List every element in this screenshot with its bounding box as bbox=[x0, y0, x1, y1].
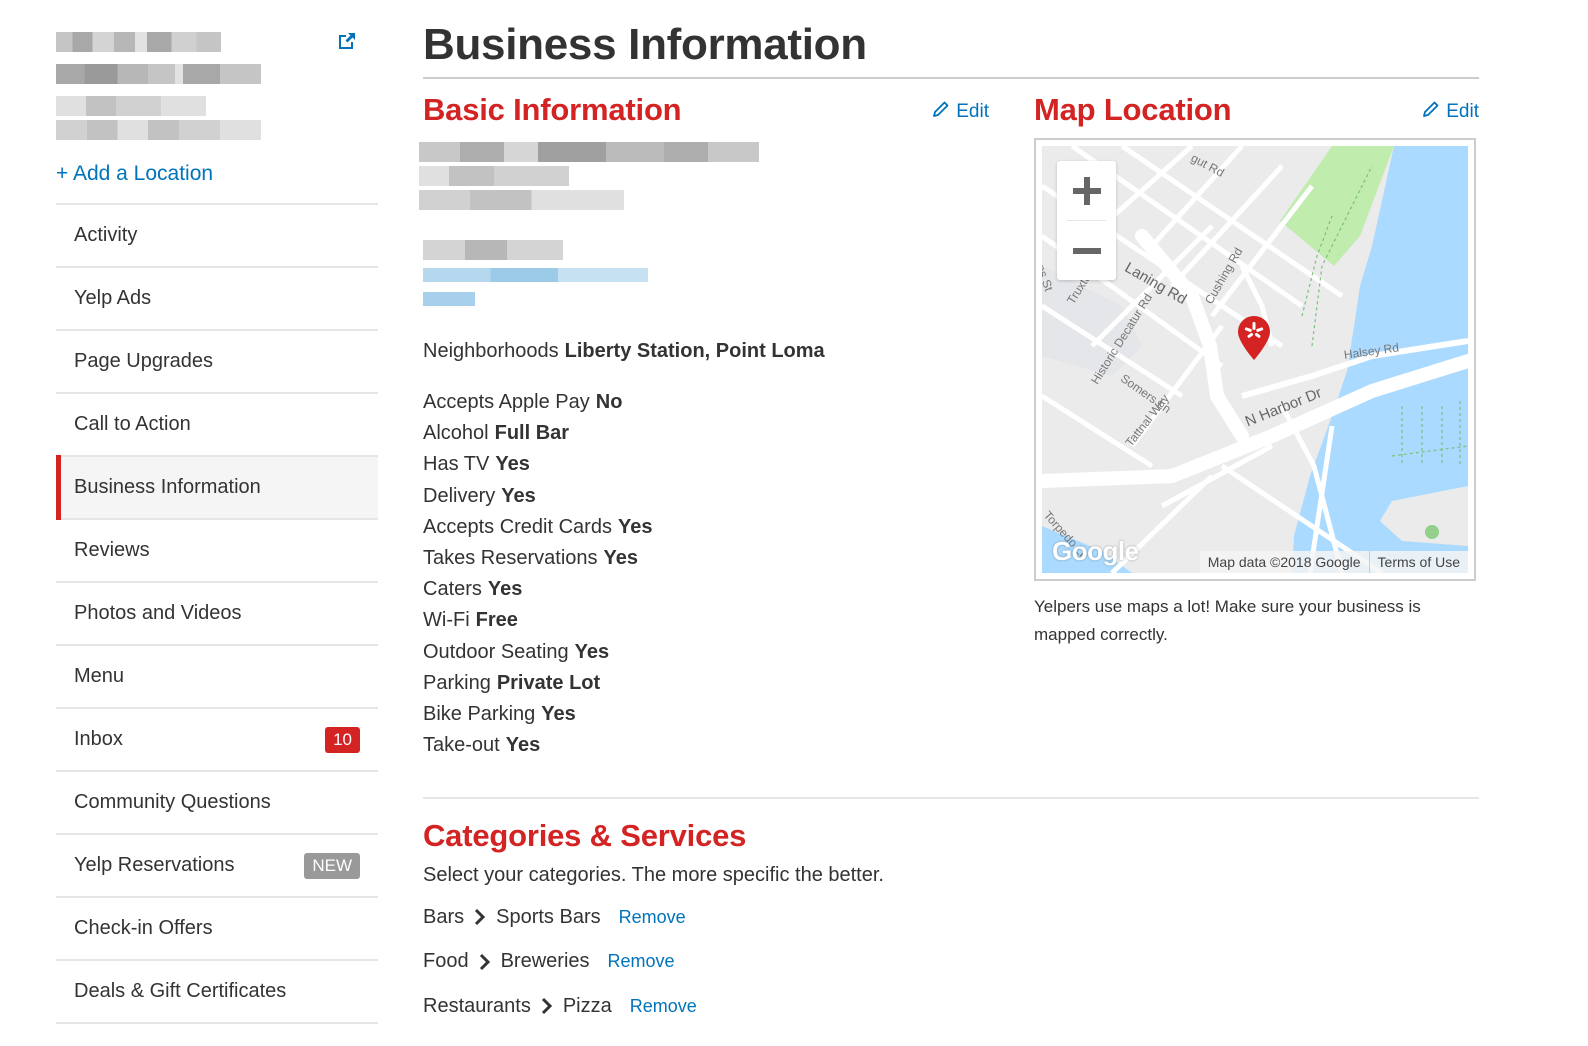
chevron-right-icon bbox=[474, 908, 486, 926]
section-divider bbox=[423, 797, 1479, 799]
business-contact-redacted bbox=[423, 234, 989, 314]
sidebar-item-label: Deals & Gift Certificates bbox=[74, 980, 287, 1002]
chevron-right-icon bbox=[541, 997, 553, 1015]
map-data-credit: Map data ©2018 Google bbox=[1199, 551, 1369, 573]
attribute-row: Wi-Fi Free bbox=[423, 609, 518, 632]
sidebar-item-check-in-offers[interactable]: Check-in Offers bbox=[56, 898, 378, 961]
sidebar-item-yelp-reservations[interactable]: Yelp Reservations NEW bbox=[56, 835, 378, 898]
sidebar-item-label: Community Questions bbox=[74, 791, 271, 813]
neighborhoods-row: Neighborhoods Liberty Station, Point Loma bbox=[423, 340, 989, 363]
map-attribution: Map data ©2018 Google Terms of Use bbox=[1199, 551, 1468, 573]
terms-of-use-link[interactable]: Terms of Use bbox=[1368, 551, 1468, 573]
basic-info-edit-button[interactable]: Edit bbox=[932, 100, 989, 124]
categories-section: Categories & Services Select your catego… bbox=[423, 818, 1479, 1029]
sidebar-item-label: Check-in Offers bbox=[74, 917, 213, 939]
link-redacted bbox=[423, 292, 475, 306]
sidebar-item-call-to-action[interactable]: Call to Action bbox=[56, 394, 378, 457]
sidebar-item-label: Photos and Videos bbox=[74, 602, 242, 624]
attribute-row: Parking Private Lot bbox=[423, 671, 601, 694]
business-address-redacted bbox=[419, 136, 989, 216]
sidebar-item-label: Activity bbox=[74, 224, 138, 246]
map-zoom-control bbox=[1057, 161, 1116, 280]
zoom-out-button[interactable] bbox=[1057, 221, 1116, 280]
attribute-row: Caters Yes bbox=[423, 578, 523, 601]
edit-label: Edit bbox=[1446, 101, 1479, 122]
sidebar-item-label: Call to Action bbox=[74, 413, 191, 435]
sidebar-item-reviews[interactable]: Reviews bbox=[56, 520, 378, 583]
neighborhoods-label: Neighborhoods bbox=[423, 340, 559, 362]
category-row: Bars Sports Bars Remove bbox=[423, 895, 1479, 940]
sidebar-item-inbox[interactable]: Inbox 10 bbox=[56, 709, 378, 772]
map-location-heading: Map Location bbox=[1034, 92, 1232, 127]
inbox-unread-badge: 10 bbox=[325, 726, 360, 753]
sidebar-item-photos-and-videos[interactable]: Photos and Videos bbox=[56, 583, 378, 646]
sidebar-item-label: Inbox bbox=[74, 728, 123, 750]
basic-information-heading: Basic Information bbox=[423, 92, 682, 127]
sidebar-item-deals-gift-certificates[interactable]: Deals & Gift Certificates bbox=[56, 961, 378, 1024]
map-note: Yelpers use maps a lot! Make sure your b… bbox=[1034, 597, 1421, 644]
page-title: Business Information bbox=[423, 20, 867, 69]
attribute-row: Alcohol Full Bar bbox=[423, 422, 570, 445]
attribute-row: Accepts Apple Pay No bbox=[423, 391, 623, 413]
sidebar-item-community-questions[interactable]: Community Questions bbox=[56, 772, 378, 835]
zoom-in-button[interactable] bbox=[1057, 161, 1116, 220]
category-child: Sports Bars bbox=[496, 905, 601, 928]
attribute-row: Bike Parking Yes bbox=[423, 702, 576, 725]
category-child: Pizza bbox=[562, 994, 612, 1017]
sidebar-item-label: Page Upgrades bbox=[74, 350, 213, 372]
title-divider bbox=[423, 77, 1479, 79]
attribute-row: Outdoor Seating Yes bbox=[423, 640, 610, 663]
business-name-address-redacted bbox=[56, 28, 378, 144]
map-location-section: Map Location Edit gut Rd Laning Rd Cushi… bbox=[1034, 92, 1479, 649]
categories-description: Select your categories. The more specifi… bbox=[423, 864, 884, 886]
attribute-row: Take-out Yes bbox=[423, 734, 541, 757]
basic-information-section: Basic Information Edit Neighborhoods Libe… bbox=[419, 92, 989, 761]
category-child: Breweries bbox=[500, 950, 590, 973]
sidebar-item-label: Menu bbox=[74, 665, 125, 687]
pencil-icon bbox=[932, 100, 950, 124]
sidebar-item-page-upgrades[interactable]: Page Upgrades bbox=[56, 331, 378, 394]
map-canvas[interactable]: gut Rd Laning Rd Cushing Rd Historic Dec… bbox=[1042, 146, 1468, 573]
website-link-redacted bbox=[423, 268, 648, 282]
attribute-row: Delivery Yes bbox=[423, 484, 536, 507]
category-parent: Bars bbox=[423, 905, 465, 928]
plus-icon bbox=[1072, 176, 1101, 205]
sidebar-item-label: Reviews bbox=[74, 539, 150, 561]
sidebar-item-business-information[interactable]: Business Information bbox=[56, 455, 378, 520]
sidebar-item-yelp-ads[interactable]: Yelp Ads bbox=[56, 268, 378, 331]
map-edit-button[interactable]: Edit bbox=[1422, 100, 1479, 124]
yelp-map-pin-icon[interactable] bbox=[1238, 316, 1270, 365]
edit-label: Edit bbox=[956, 101, 989, 122]
add-location-link[interactable]: + Add a Location bbox=[56, 162, 378, 186]
category-parent: Food bbox=[423, 950, 469, 973]
chevron-right-icon bbox=[479, 953, 491, 971]
sidebar-item-label: Yelp Reservations bbox=[74, 854, 235, 876]
category-parent: Restaurants bbox=[423, 994, 531, 1017]
neighborhoods-value: Liberty Station, Point Loma bbox=[564, 340, 825, 362]
google-logo: Google bbox=[1052, 536, 1139, 566]
attributes-list: Accepts Apple Pay No Alcohol Full Bar Has … bbox=[423, 387, 989, 761]
remove-category-button[interactable]: Remove bbox=[630, 996, 697, 1017]
pencil-icon bbox=[1422, 100, 1440, 124]
attribute-row: Accepts Credit Cards Yes bbox=[423, 515, 653, 538]
remove-category-button[interactable]: Remove bbox=[608, 951, 675, 972]
attribute-row: Takes Reservations Yes bbox=[423, 546, 639, 569]
category-row: Food Breweries Remove bbox=[423, 940, 1479, 985]
map-frame: gut Rd Laning Rd Cushing Rd Historic Dec… bbox=[1034, 138, 1476, 581]
sidebar-item-label: Yelp Ads bbox=[74, 287, 152, 309]
categories-heading: Categories & Services bbox=[423, 818, 747, 853]
new-badge: NEW bbox=[304, 852, 360, 879]
external-link-icon[interactable] bbox=[336, 30, 358, 52]
remove-category-button[interactable]: Remove bbox=[619, 907, 686, 928]
sidebar-item-activity[interactable]: Activity bbox=[56, 205, 378, 268]
category-row: Restaurants Pizza Remove bbox=[423, 984, 1479, 1029]
sidebar-nav: Activity Yelp Ads Page Upgrades Call to … bbox=[56, 203, 378, 1024]
attribute-row: Has TV Yes bbox=[423, 453, 530, 476]
sidebar: + Add a Location Activity Yelp Ads Page … bbox=[56, 28, 378, 1024]
sidebar-item-label: Business Information bbox=[74, 476, 261, 498]
sidebar-item-menu[interactable]: Menu bbox=[56, 646, 378, 709]
minus-icon bbox=[1072, 247, 1101, 254]
